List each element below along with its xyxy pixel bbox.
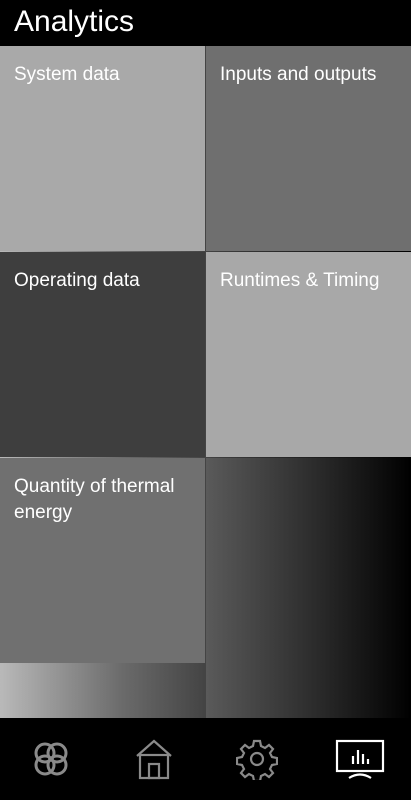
tile-label: Inputs and outputs: [220, 64, 377, 85]
tile-label: Runtimes & Timing: [220, 270, 380, 291]
nav-item-logo[interactable]: [0, 718, 103, 800]
app-header: Analytics: [0, 0, 411, 46]
nav-item-settings[interactable]: [206, 718, 309, 800]
analytics-monitor-icon: [335, 739, 384, 779]
gear-icon: [235, 739, 278, 780]
tile-thermal-energy[interactable]: Quantity of thermal energy: [0, 458, 205, 663]
nav-item-analytics[interactable]: [308, 718, 411, 800]
tile-system-data[interactable]: System data: [0, 46, 205, 251]
analytics-grid: System data Inputs and outputs Operating…: [0, 46, 411, 718]
bottom-navigation: [0, 718, 411, 800]
tile-label: Quantity of thermal energy: [14, 476, 175, 523]
home-icon: [136, 739, 172, 780]
tile-operating-data[interactable]: Operating data: [0, 252, 205, 457]
empty-gradient-area: [206, 458, 411, 718]
knot-logo-icon: [34, 742, 68, 776]
tile-runtimes-timing[interactable]: Runtimes & Timing: [206, 252, 411, 457]
tile-inputs-outputs[interactable]: Inputs and outputs: [206, 46, 411, 251]
page-title: Analytics: [14, 5, 135, 38]
tile-label: Operating data: [14, 270, 140, 291]
tile-label: System data: [14, 64, 120, 85]
nav-item-home[interactable]: [103, 718, 206, 800]
